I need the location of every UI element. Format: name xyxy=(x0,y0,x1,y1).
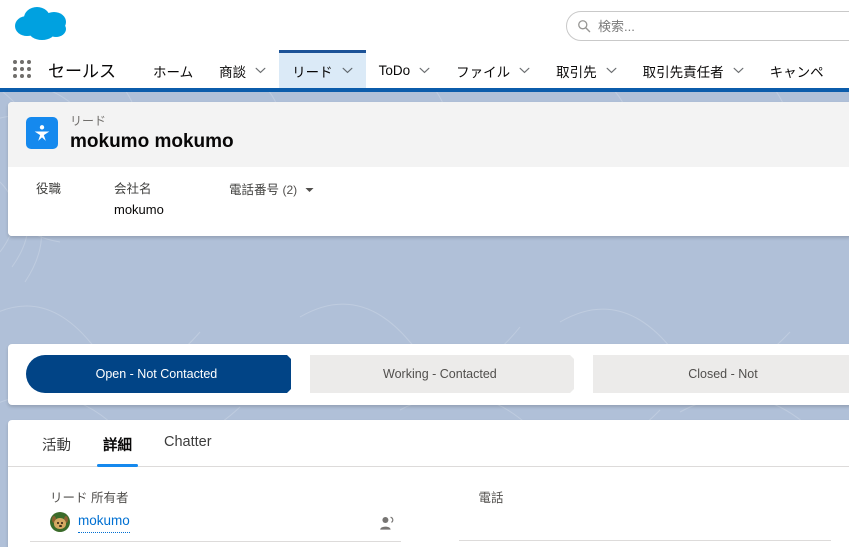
path-stage-label: Open - Not Contacted xyxy=(95,367,218,381)
path-stage-label: Working - Contacted xyxy=(383,367,497,381)
tab-chatter[interactable]: Chatter xyxy=(148,420,228,466)
field-label-text: 電話番号 xyxy=(229,183,280,197)
change-owner-icon[interactable] xyxy=(379,515,395,531)
path-stage-open-not-contacted[interactable]: Open - Not Contacted xyxy=(26,355,306,393)
app-name[interactable]: セールス xyxy=(44,50,124,88)
lead-icon xyxy=(26,117,58,149)
tab-details[interactable]: 詳細 xyxy=(87,420,148,467)
record-highlights-panel: リード mokumo mokumo 役職 会社名 mokumo 電話番号 (2) xyxy=(8,102,849,236)
app-launcher-button[interactable] xyxy=(0,50,44,88)
page-title: mokumo mokumo xyxy=(70,131,234,152)
path-stage-working-contacted[interactable]: Working - Contacted xyxy=(290,355,589,393)
record-detail-card: 活動 詳細 Chatter リード 所有者 mokumo 電話 xyxy=(8,420,849,547)
nav-item-label: ホーム xyxy=(153,64,194,80)
nav-item-label: キャンペ xyxy=(769,64,824,80)
field-label: 電話番号 (2) xyxy=(229,181,409,199)
global-header xyxy=(0,0,849,50)
owner-link[interactable]: mokumo xyxy=(78,510,130,533)
record-tabs: 活動 詳細 Chatter xyxy=(8,420,849,467)
tab-label: 詳細 xyxy=(103,438,132,454)
path-stage-closed-not-converted[interactable]: Closed - Not xyxy=(573,355,849,393)
avatar xyxy=(50,511,70,532)
highlight-field-title: 役職 xyxy=(36,181,114,220)
nav-item-label: 取引先 xyxy=(556,64,597,80)
field-label: 役職 xyxy=(36,182,62,196)
nav-item-label: 商談 xyxy=(219,64,247,80)
field-label: リード 所有者 xyxy=(50,491,129,505)
nav-item-tasks[interactable]: ToDo xyxy=(366,50,444,88)
search-icon xyxy=(577,19,591,33)
chevron-down-icon[interactable] xyxy=(733,67,744,74)
field-row-phone: 電話 xyxy=(458,481,832,541)
detail-fields: リード 所有者 mokumo 電話 xyxy=(8,467,849,547)
path-stage-label: Closed - Not xyxy=(688,367,758,381)
chevron-down-icon[interactable] xyxy=(419,67,430,74)
tab-label: Chatter xyxy=(164,434,212,450)
highlight-field-company: 会社名 mokumo xyxy=(114,181,229,220)
app-launcher-icon xyxy=(13,60,31,78)
highlights-fields: 役職 会社名 mokumo 電話番号 (2) xyxy=(8,167,849,236)
object-type-label: リード xyxy=(70,114,107,128)
nav-item-home[interactable]: ホーム xyxy=(140,50,206,88)
chevron-down-icon[interactable] xyxy=(305,181,314,198)
nav-item-label: リード xyxy=(292,64,333,80)
tab-label: 活動 xyxy=(42,438,71,454)
field-value xyxy=(229,201,409,220)
nav-item-label: ToDo xyxy=(378,63,411,78)
detail-fields-right-column: 電話 携帯 Fax xyxy=(431,481,832,547)
search-input[interactable] xyxy=(598,18,849,34)
field-value xyxy=(36,200,114,219)
search-box[interactable] xyxy=(566,11,849,41)
nav-item-label: 取引先責任者 xyxy=(642,64,724,80)
sales-path-card: Open - Not Contacted Working - Contacted… xyxy=(8,344,849,405)
field-row-name: 名前 mokumo mokumo xyxy=(30,542,401,547)
highlights-titles: リード mokumo mokumo xyxy=(70,114,234,153)
owner-value: mokumo xyxy=(50,510,130,533)
field-label: 会社名 xyxy=(114,182,152,196)
chevron-down-icon[interactable] xyxy=(342,67,353,74)
field-value xyxy=(479,510,832,532)
nav-item-opportunities[interactable]: 商談 xyxy=(206,50,279,88)
nav-item-contacts[interactable]: 取引先責任者 xyxy=(630,50,757,88)
detail-fields-left-column: リード 所有者 mokumo xyxy=(30,481,431,547)
field-row-mobile: 携帯 xyxy=(459,541,832,547)
path-stages: Open - Not Contacted Working - Contacted… xyxy=(26,355,849,393)
nav-item-files[interactable]: ファイル xyxy=(443,50,543,88)
nav-item-label: ファイル xyxy=(456,64,511,80)
field-row-lead-owner: リード 所有者 mokumo xyxy=(30,481,401,542)
nav-item-campaigns[interactable]: キャンペ xyxy=(757,50,837,88)
chevron-down-icon[interactable] xyxy=(519,67,530,74)
nav-item-accounts[interactable]: 取引先 xyxy=(543,50,630,88)
highlights-header: リード mokumo mokumo xyxy=(8,102,849,167)
field-label: 電話 xyxy=(478,491,504,505)
highlight-field-phone[interactable]: 電話番号 (2) xyxy=(229,181,409,220)
chevron-down-icon[interactable] xyxy=(255,67,266,74)
global-search[interactable] xyxy=(566,11,849,41)
field-count: (2) xyxy=(282,183,298,197)
chevron-down-icon[interactable] xyxy=(606,67,617,74)
salesforce-cloud-logo[interactable] xyxy=(10,2,76,46)
field-value: mokumo xyxy=(50,510,401,533)
record-page-body: リード mokumo mokumo 役職 会社名 mokumo 電話番号 (2) xyxy=(0,92,849,547)
tab-activity[interactable]: 活動 xyxy=(26,420,87,466)
field-value: mokumo xyxy=(114,202,164,217)
nav-item-leads[interactable]: リード xyxy=(279,50,366,88)
app-navigation-bar: セールス ホーム 商談 リード ToDo ファイル 取引先 取引先責任者 キャン… xyxy=(0,50,849,92)
nav-items: ホーム 商談 リード ToDo ファイル 取引先 取引先責任者 キャンペ xyxy=(140,50,837,88)
